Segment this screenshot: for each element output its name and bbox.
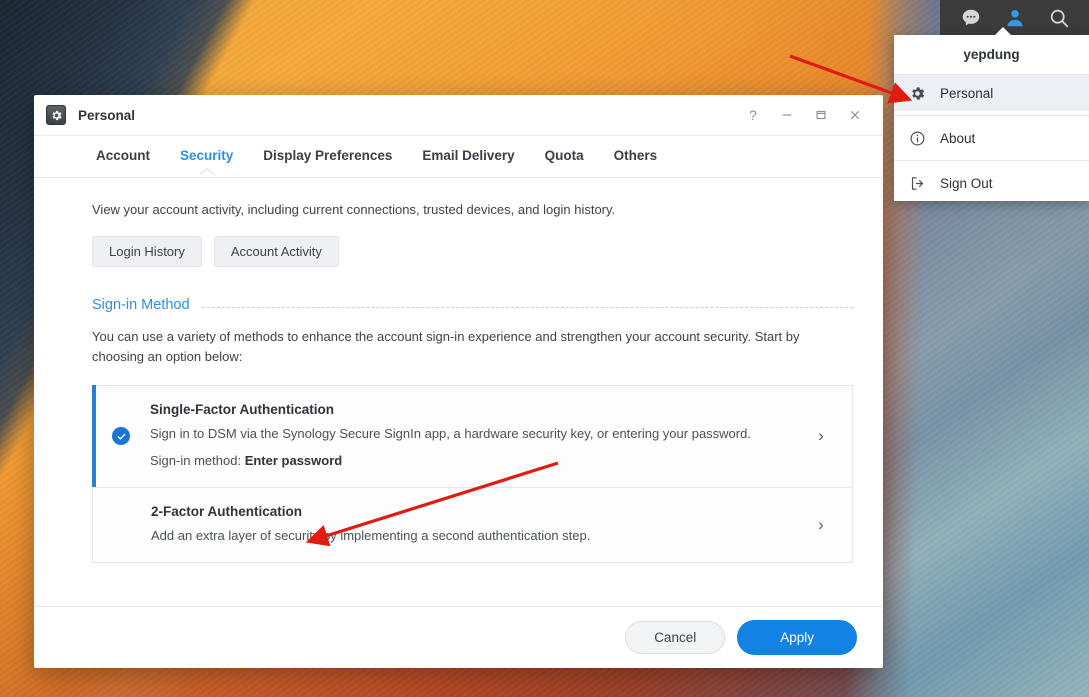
login-history-button[interactable]: Login History <box>92 235 202 267</box>
gear-icon <box>46 105 66 125</box>
cancel-button[interactable]: Cancel <box>625 621 726 654</box>
option-content: 2-Factor Authentication Add an extra lay… <box>151 504 808 546</box>
desktop: yepdung Personal About Sign Out Personal… <box>0 0 1089 697</box>
option-content: Single-Factor Authentication Sign in to … <box>150 402 808 471</box>
menu-item-personal[interactable]: Personal <box>894 75 1089 111</box>
tab-security[interactable]: Security <box>180 148 233 175</box>
option-2-factor-authentication[interactable]: 2-Factor Authentication Add an extra lay… <box>92 487 853 564</box>
tab-quota[interactable]: Quota <box>545 148 584 175</box>
dialog-footer: Cancel Apply <box>34 606 883 668</box>
menu-item-about[interactable]: About <box>894 120 1089 156</box>
dialog-body: View your account activity, including cu… <box>34 178 883 606</box>
user-dropdown-menu: yepdung Personal About Sign Out <box>894 27 1089 201</box>
menu-item-sign-out[interactable]: Sign Out <box>894 165 1089 201</box>
option-detail-label: Sign-in method: <box>150 452 242 468</box>
taskbar <box>940 0 1089 35</box>
menu-item-personal-label: Personal <box>940 85 994 101</box>
option-description: Add an extra layer of security by implem… <box>151 528 591 544</box>
window-controls: ? <box>737 100 871 130</box>
tab-bar: Account Security Display Preferences Ema… <box>34 136 883 178</box>
window-titlebar: Personal ? <box>34 95 883 136</box>
maximize-button[interactable] <box>805 100 837 130</box>
chevron-right-icon[interactable]: › <box>808 426 834 446</box>
sign-out-icon <box>908 174 926 192</box>
close-button[interactable] <box>839 100 871 130</box>
help-button[interactable]: ? <box>737 100 769 130</box>
option-single-factor-authentication[interactable]: Single-Factor Authentication Sign in to … <box>92 384 853 489</box>
section-rule <box>201 307 853 308</box>
window-title: Personal <box>78 107 136 123</box>
account-activity-button[interactable]: Account Activity <box>213 235 339 267</box>
option-title: 2-Factor Authentication <box>151 504 303 520</box>
sign-in-method-header: Sign-in Method <box>92 297 853 313</box>
tab-email-delivery[interactable]: Email Delivery <box>422 148 514 175</box>
chevron-right-icon[interactable]: › <box>808 515 834 535</box>
option-description: Sign in to DSM via the Synology Secure S… <box>150 425 751 441</box>
section-title: Sign-in Method <box>92 296 190 313</box>
chat-icon[interactable] <box>958 5 984 31</box>
security-lead-text: View your account activity, including cu… <box>92 202 616 217</box>
tab-others[interactable]: Others <box>614 148 658 175</box>
option-detail: Sign-in method: Enter password <box>150 451 790 471</box>
activity-button-row: Login History Account Activity <box>92 235 853 267</box>
sign-in-method-description: You can use a variety of methods to enha… <box>92 328 800 364</box>
option-detail-value: Enter password <box>244 452 343 468</box>
search-icon[interactable] <box>1046 5 1072 31</box>
menu-item-sign-out-label: Sign Out <box>940 175 993 191</box>
menu-divider <box>894 160 1089 161</box>
sign-in-option-list: Single-Factor Authentication Sign in to … <box>92 384 853 564</box>
info-icon <box>908 129 926 147</box>
dropdown-caret <box>994 27 1012 36</box>
menu-divider <box>894 115 1089 116</box>
check-icon <box>112 427 130 446</box>
tab-account[interactable]: Account <box>96 148 150 175</box>
personal-settings-window: Personal ? Account Security Display Pref… <box>34 95 883 668</box>
menu-item-about-label: About <box>940 130 976 146</box>
minimize-button[interactable] <box>771 100 803 130</box>
dropdown-username: yepdung <box>894 35 1089 75</box>
apply-button[interactable]: Apply <box>737 620 857 655</box>
tab-display-preferences[interactable]: Display Preferences <box>263 148 392 175</box>
gear-icon <box>908 84 926 102</box>
option-title: Single-Factor Authentication <box>150 401 335 417</box>
